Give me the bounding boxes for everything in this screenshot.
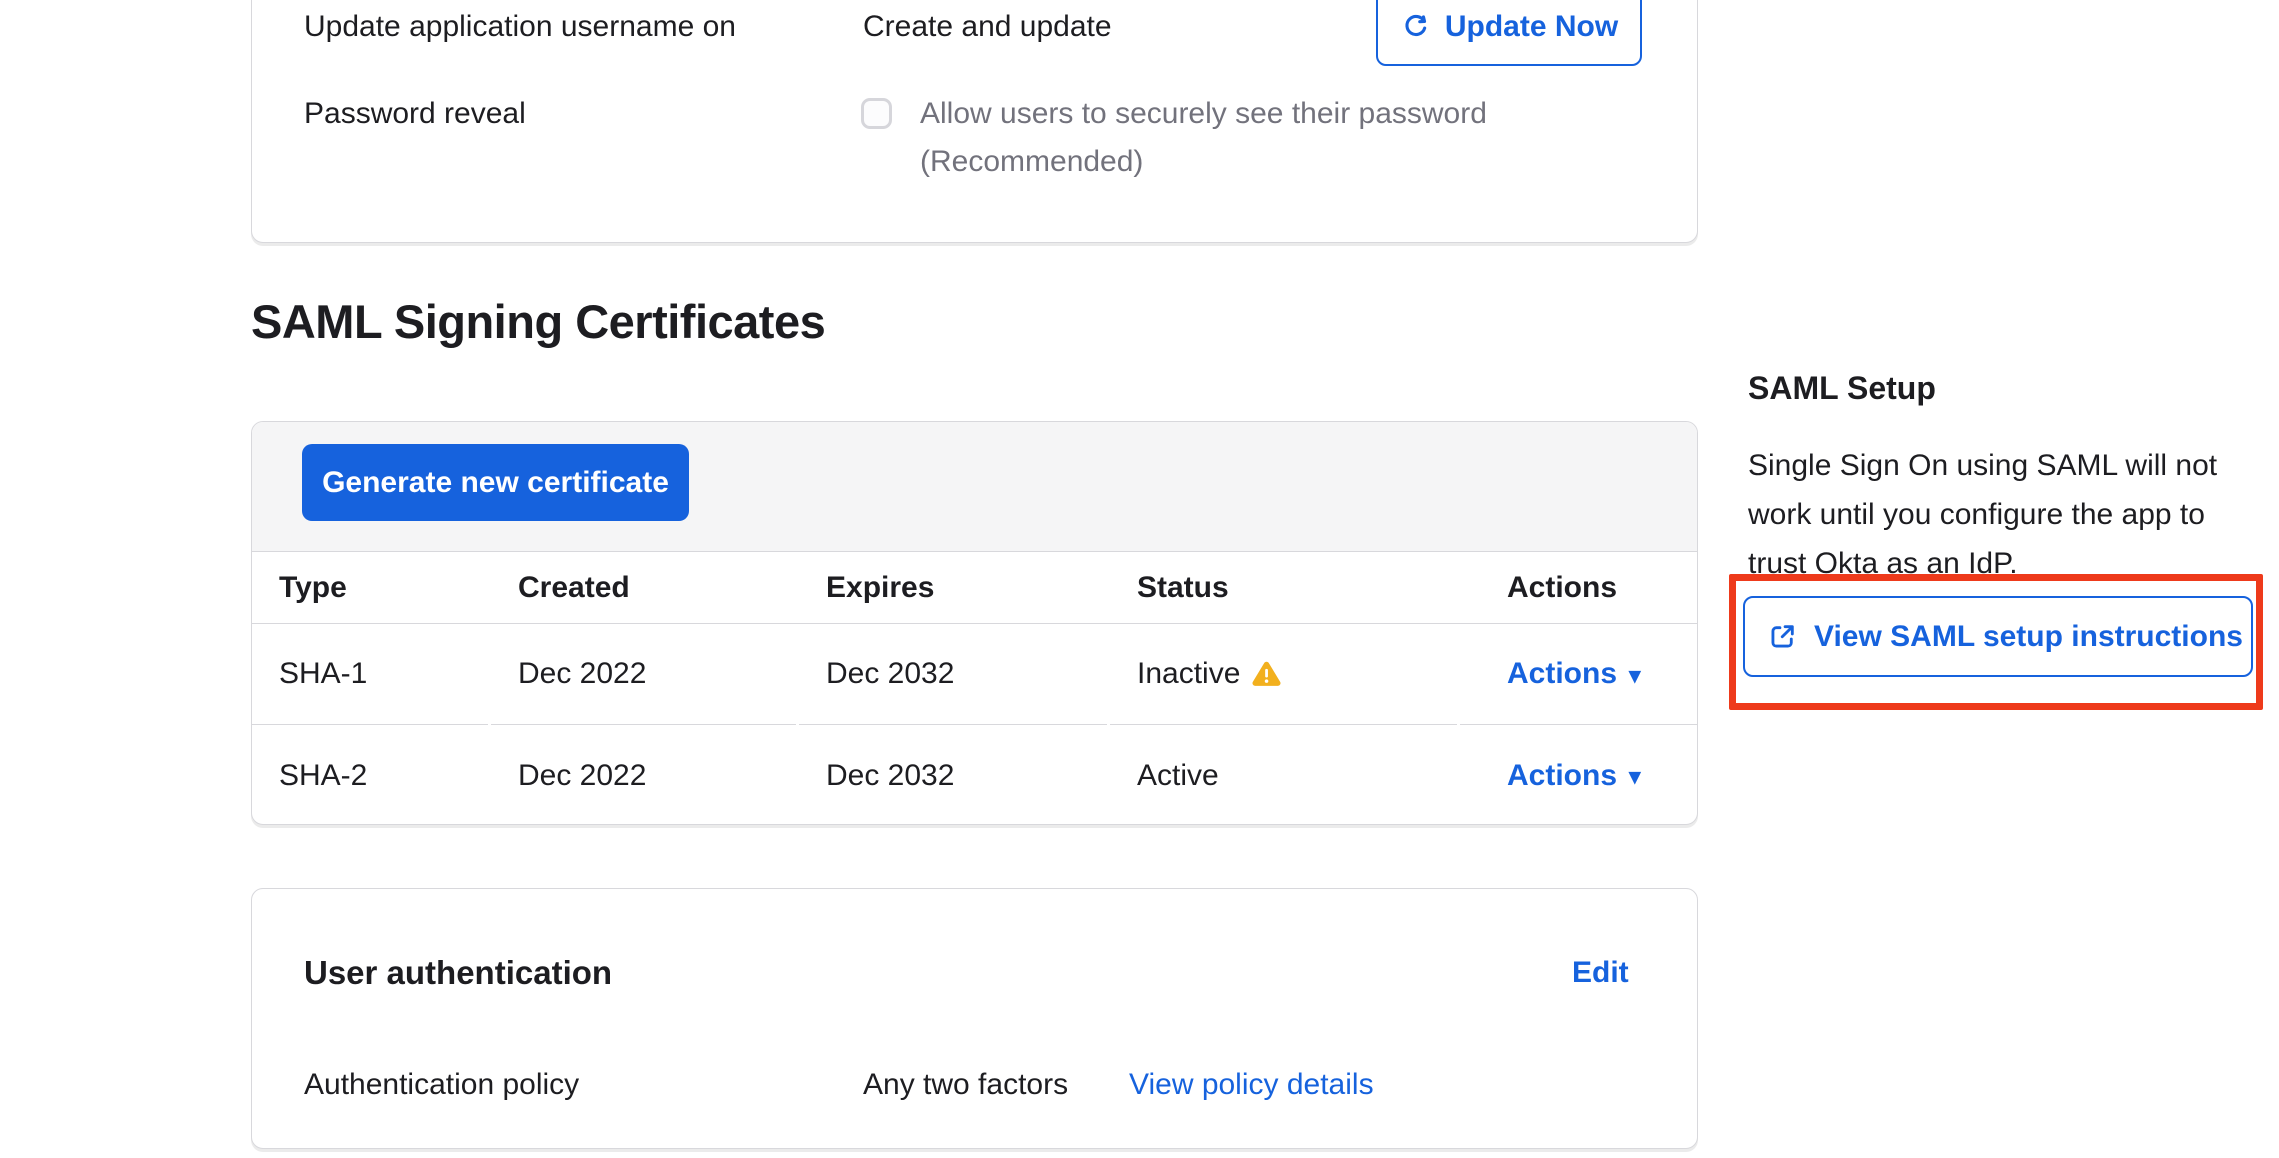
actions-dropdown[interactable]: Actions ▾ — [1507, 657, 1641, 691]
page: Update application username on Create an… — [0, 0, 2279, 1158]
table-row: SHA-2 Dec 2022 Dec 2032 Active Actions ▾ — [252, 725, 1697, 826]
header-actions: Actions — [1460, 552, 1697, 623]
saml-setup-title: SAML Setup — [1748, 368, 1936, 408]
warning-icon — [1252, 661, 1281, 688]
cert-type: SHA-2 — [252, 725, 488, 826]
cert-status: Inactive — [1110, 624, 1457, 725]
header-status: Status — [1110, 552, 1457, 623]
header-created: Created — [491, 552, 796, 623]
cert-actions-cell: Actions ▾ — [1460, 725, 1697, 826]
cert-actions-cell: Actions ▾ — [1460, 624, 1697, 725]
certificates-table: Type Created Expires Status Actions SHA-… — [252, 552, 1697, 826]
view-saml-setup-instructions-label: View SAML setup instructions — [1814, 620, 2243, 654]
password-reveal-label: Password reveal — [304, 96, 526, 132]
chevron-down-icon: ▾ — [1629, 765, 1641, 788]
actions-dropdown[interactable]: Actions ▾ — [1507, 759, 1641, 793]
cert-created: Dec 2022 — [491, 725, 796, 826]
cert-expires: Dec 2032 — [799, 725, 1107, 826]
chevron-down-icon: ▾ — [1629, 664, 1641, 687]
password-reveal-checkbox-sublabel: (Recommended) — [920, 144, 1143, 180]
username-update-label: Update application username on — [304, 9, 736, 45]
status-text: Active — [1137, 759, 1219, 793]
certificates-toolbar: Generate new certificate — [252, 422, 1697, 552]
certificates-card: Generate new certificate Type Created Ex… — [251, 421, 1698, 825]
user-authentication-title: User authentication — [304, 953, 612, 993]
update-now-label: Update Now — [1445, 10, 1618, 44]
description-line: work until you configure the app to — [1748, 490, 2217, 539]
edit-link[interactable]: Edit — [1572, 955, 1629, 991]
view-saml-setup-instructions-button[interactable]: View SAML setup instructions — [1743, 596, 2253, 677]
header-type: Type — [252, 552, 488, 623]
password-reveal-checkbox[interactable] — [861, 98, 892, 129]
external-link-icon — [1767, 621, 1798, 652]
user-authentication-card: User authentication Edit Authentication … — [251, 888, 1698, 1149]
description-line: Single Sign On using SAML will not — [1748, 441, 2217, 490]
page-title: SAML Signing Certificates — [251, 294, 825, 350]
username-update-value: Create and update — [863, 9, 1112, 45]
app-settings-card: Update application username on Create an… — [251, 0, 1698, 243]
actions-label: Actions — [1507, 759, 1617, 793]
table-row: SHA-1 Dec 2022 Dec 2032 Inactive — [252, 624, 1697, 725]
saml-setup-description: Single Sign On using SAML will not work … — [1748, 441, 2217, 588]
cert-created: Dec 2022 — [491, 624, 796, 725]
cert-type: SHA-1 — [252, 624, 488, 725]
refresh-icon — [1400, 11, 1431, 42]
view-policy-details-link[interactable]: View policy details — [1129, 1067, 1374, 1103]
generate-certificate-button[interactable]: Generate new certificate — [302, 444, 689, 521]
update-now-button[interactable]: Update Now — [1376, 0, 1642, 66]
cert-status: Active — [1110, 725, 1457, 826]
table-header-row: Type Created Expires Status Actions — [252, 552, 1697, 624]
header-expires: Expires — [799, 552, 1107, 623]
status-text: Inactive — [1137, 657, 1240, 691]
authentication-policy-label: Authentication policy — [304, 1067, 579, 1103]
actions-label: Actions — [1507, 657, 1617, 691]
password-reveal-checkbox-label: Allow users to securely see their passwo… — [920, 96, 1487, 132]
authentication-policy-value: Any two factors — [863, 1067, 1068, 1103]
cert-expires: Dec 2032 — [799, 624, 1107, 725]
